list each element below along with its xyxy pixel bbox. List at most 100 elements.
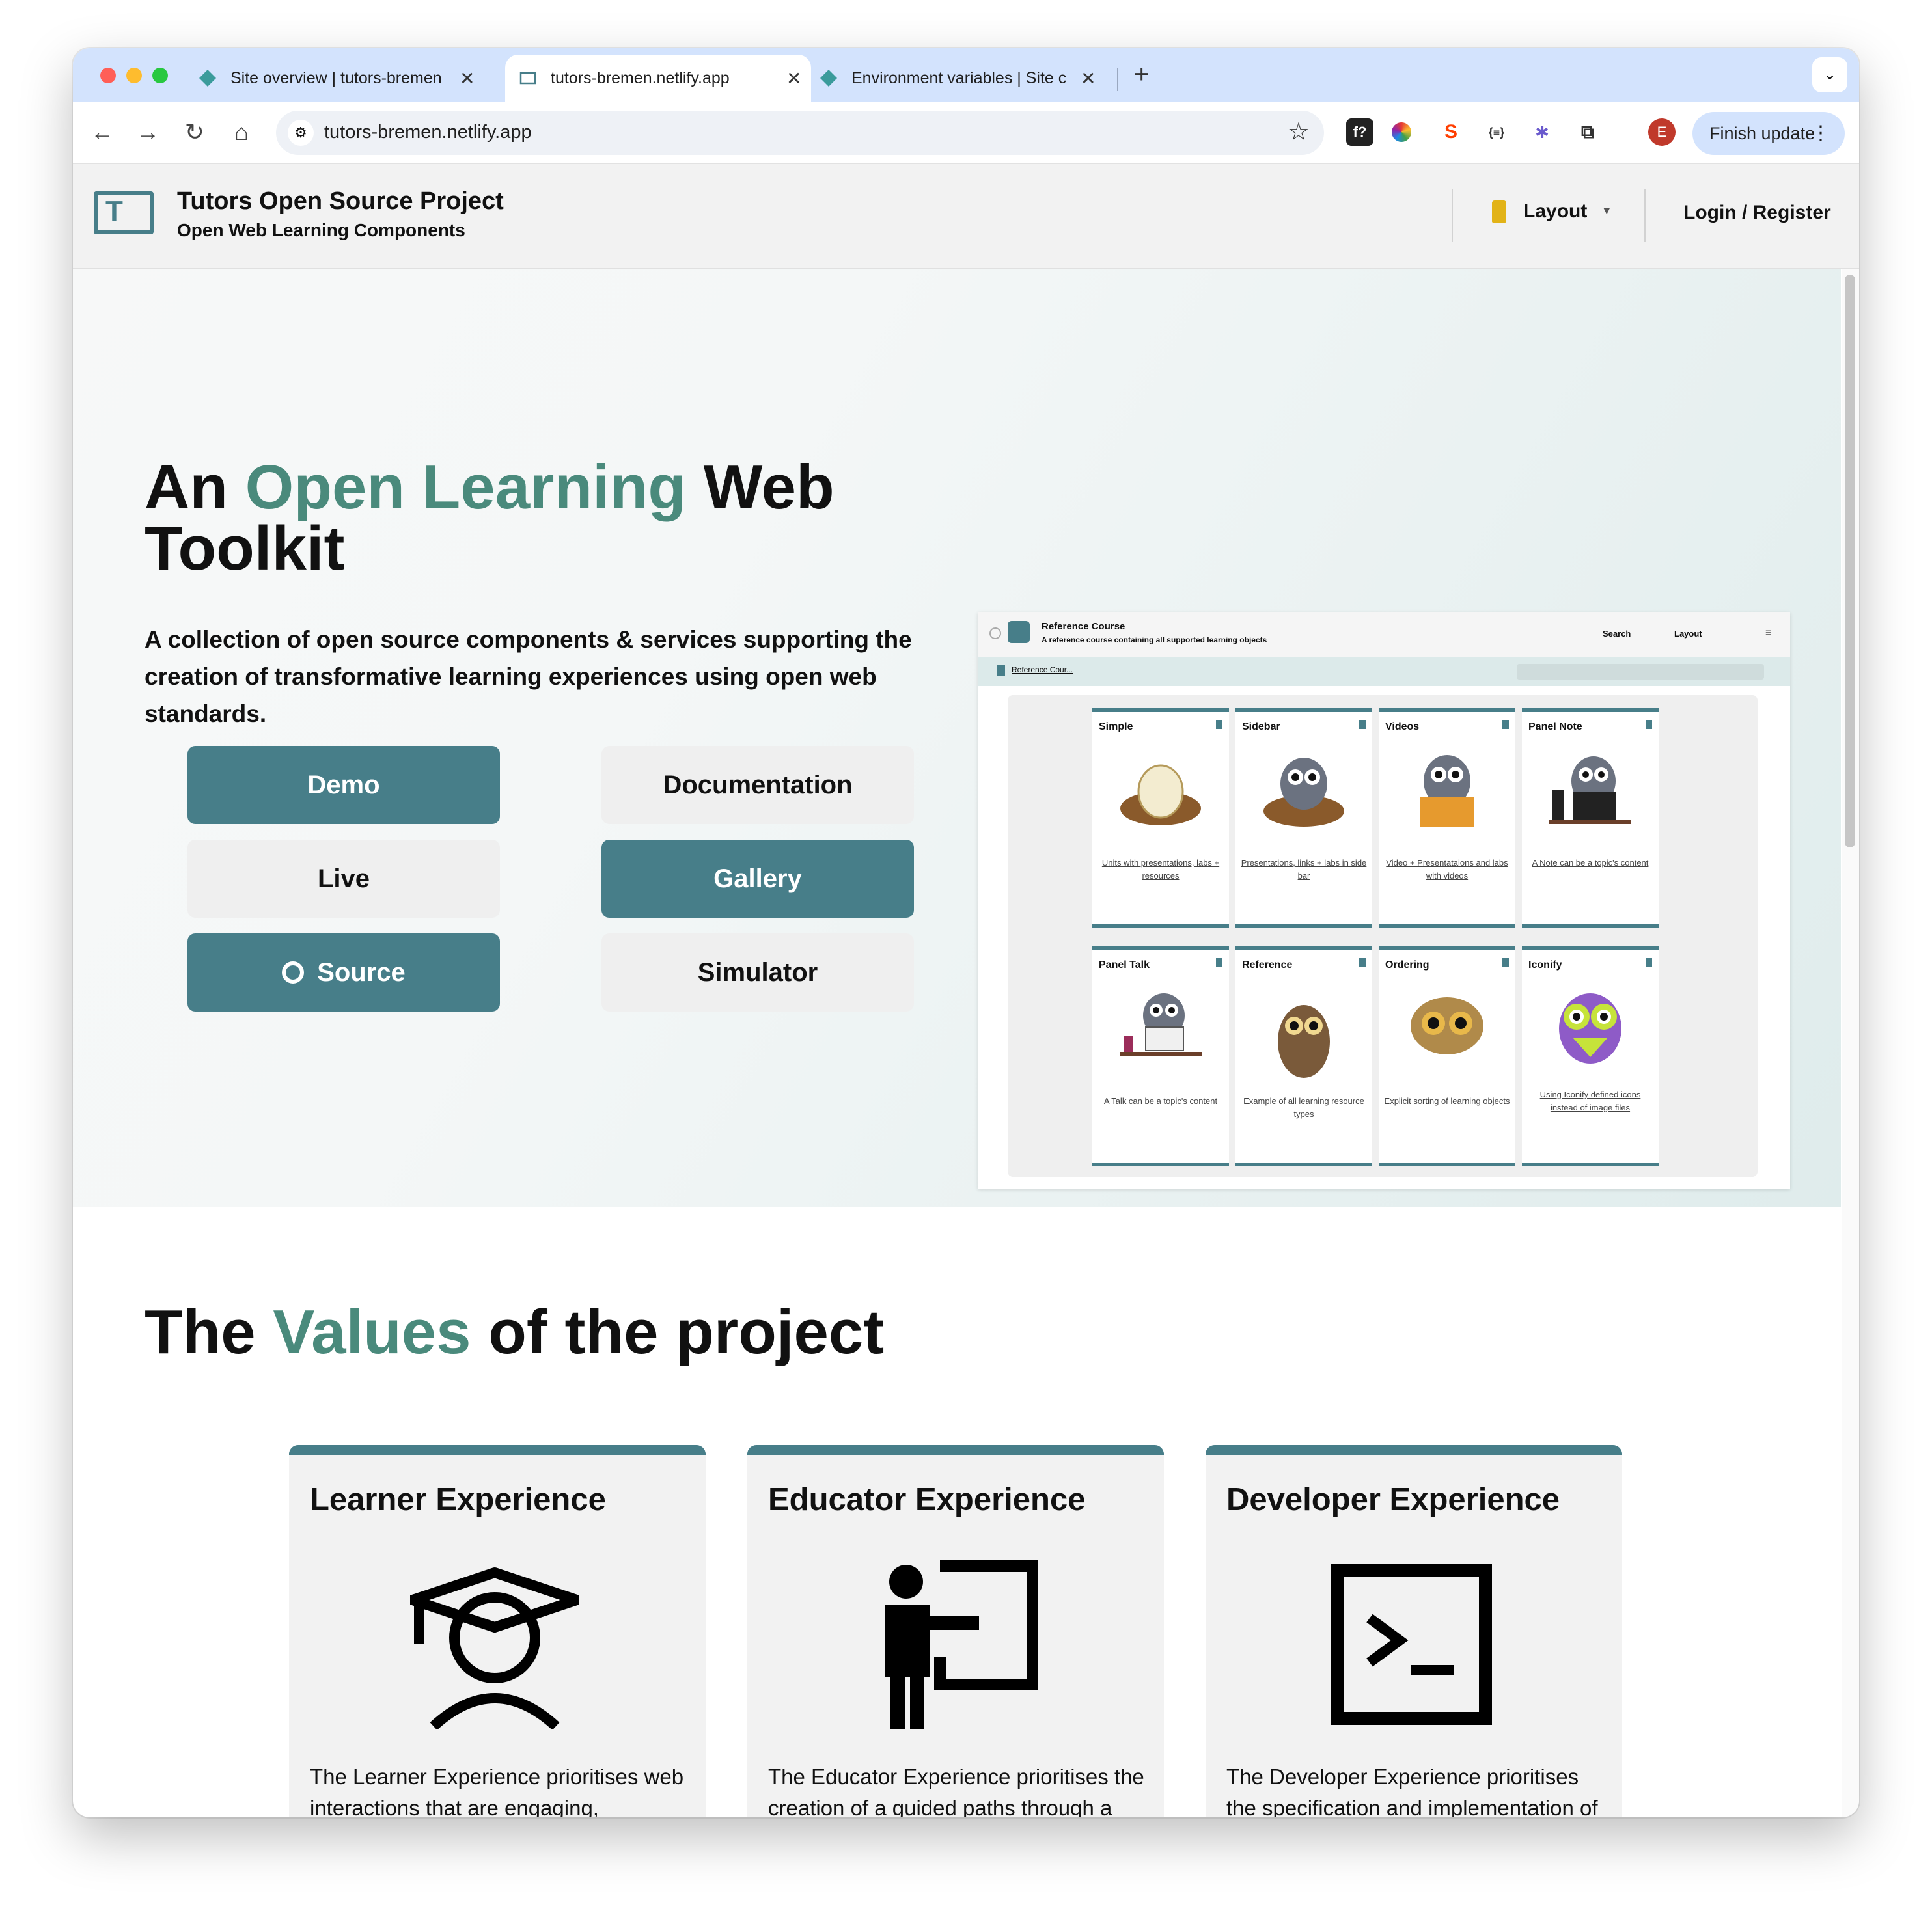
documentation-button[interactable]: Documentation bbox=[601, 746, 914, 824]
close-tab-icon[interactable]: ✕ bbox=[786, 68, 801, 89]
card-desc: Example of all learning resource types bbox=[1243, 1096, 1364, 1119]
tab-site-overview[interactable]: Site overview | tutors-bremen ✕ bbox=[198, 55, 475, 102]
values-title-accent: Values bbox=[273, 1297, 471, 1367]
value-card-body: The Developer Experience prioritises the… bbox=[1226, 1765, 1598, 1817]
live-button[interactable]: Live bbox=[187, 840, 500, 918]
value-card-title: Developer Experience bbox=[1226, 1482, 1560, 1517]
tab-label: Site overview | tutors-bremen bbox=[230, 68, 442, 87]
preview-course-title: Reference Course bbox=[1042, 621, 1125, 632]
tab-tutors-bremen[interactable]: tutors-bremen.netlify.app ✕ bbox=[505, 55, 811, 102]
preview-breadcrumb-bar: Reference Cour... bbox=[978, 657, 1790, 686]
demo-button[interactable]: Demo bbox=[187, 746, 500, 824]
bookmark-icon bbox=[1502, 720, 1509, 729]
divider bbox=[1644, 189, 1646, 242]
back-arrow-icon[interactable]: ← bbox=[86, 116, 118, 148]
close-tab-icon[interactable]: ✕ bbox=[1081, 68, 1096, 89]
hero-section: An Open Learning Web Toolkit A collectio… bbox=[73, 269, 1841, 1207]
value-card-developer: Developer Experience The Developer Exper… bbox=[1206, 1445, 1622, 1817]
zoom-window-button[interactable] bbox=[152, 68, 168, 83]
paintbrush-icon bbox=[1492, 200, 1506, 223]
extensions-puzzle-icon[interactable]: ⧉ bbox=[1574, 118, 1601, 146]
preview-layout: Layout bbox=[1674, 629, 1702, 639]
minimize-window-button[interactable] bbox=[126, 68, 142, 83]
site-settings-icon[interactable]: ⚙ bbox=[288, 120, 314, 146]
color-wheel-icon[interactable] bbox=[1392, 122, 1411, 142]
value-card-educator: Educator Experience The Educator Experie… bbox=[747, 1445, 1164, 1817]
card-desc: Explicit sorting of learning objects bbox=[1384, 1096, 1510, 1106]
card-desc: Video + Presentataions and labs with vid… bbox=[1386, 858, 1508, 881]
terminal-icon bbox=[1331, 1564, 1492, 1725]
simulator-button[interactable]: Simulator bbox=[601, 933, 914, 1012]
preview-card: Iconify Using Iconify defined icons inst… bbox=[1522, 946, 1659, 1166]
card-title: Simple bbox=[1099, 721, 1133, 732]
owl-nest-icon bbox=[1263, 758, 1344, 827]
card-title: Reference bbox=[1242, 959, 1293, 971]
gallery-button[interactable]: Gallery bbox=[601, 840, 914, 918]
preview-logo bbox=[1008, 621, 1030, 643]
close-tab-icon[interactable]: ✕ bbox=[460, 68, 475, 89]
finish-update-label: Finish update bbox=[1709, 124, 1815, 143]
url-text[interactable]: tutors-bremen.netlify.app bbox=[324, 122, 532, 143]
json-formatter-icon[interactable]: {≡} bbox=[1483, 118, 1510, 146]
bookmark-star-icon[interactable]: ☆ bbox=[1288, 117, 1310, 146]
home-icon[interactable]: ⌂ bbox=[225, 116, 258, 148]
preview-card: Videos Video + Presentataions and labs w… bbox=[1379, 708, 1515, 928]
source-label: Source bbox=[317, 958, 406, 987]
new-tab-button[interactable]: + bbox=[1134, 60, 1149, 89]
site-subtitle: Open Web Learning Components bbox=[177, 220, 465, 240]
svelte-icon[interactable]: S bbox=[1437, 118, 1465, 146]
brown-owl-icon bbox=[1278, 1005, 1330, 1078]
card-desc: Presentations, links + labs in side bar bbox=[1241, 858, 1367, 881]
card-desc: Units with presentations, labs + resourc… bbox=[1101, 858, 1220, 881]
tab-label: Environment variables | Site c bbox=[851, 68, 1066, 87]
preview-card-grid: Simple Units with presentations, labs + … bbox=[1008, 695, 1758, 1177]
source-button[interactable]: Source bbox=[187, 933, 500, 1012]
preview-menu-icon: ≡ bbox=[1765, 627, 1772, 639]
preview-toolbar-icons bbox=[1517, 664, 1764, 680]
bookmark-icon bbox=[1359, 958, 1366, 967]
egg-nest-icon bbox=[1120, 764, 1201, 825]
finish-update-button[interactable]: Finish update ⋮ bbox=[1692, 112, 1845, 155]
graduate-icon bbox=[410, 1567, 579, 1729]
tutors-favicon-icon bbox=[519, 72, 536, 85]
preview-card: Simple Units with presentations, labs + … bbox=[1092, 708, 1229, 928]
tab-search-chevron-icon[interactable]: ⌄ bbox=[1812, 57, 1847, 92]
hero-title-accent: Open Learning bbox=[245, 452, 687, 522]
card-desc: A Talk can be a topic's content bbox=[1103, 1096, 1218, 1106]
close-window-button[interactable] bbox=[100, 68, 116, 83]
login-register-link[interactable]: Login / Register bbox=[1683, 202, 1831, 224]
values-title: The Values of the project bbox=[145, 1297, 884, 1368]
tutors-logo[interactable]: T bbox=[94, 191, 154, 234]
netlify-icon bbox=[199, 70, 216, 87]
value-card-title: Educator Experience bbox=[768, 1482, 1086, 1517]
course-preview-image: Reference Course A reference course cont… bbox=[978, 612, 1790, 1189]
owl-face-icon bbox=[1411, 997, 1484, 1054]
address-bar[interactable]: ⚙ tutors-bremen.netlify.app ☆ bbox=[276, 111, 1324, 155]
values-title-pre: The bbox=[145, 1297, 273, 1367]
logo-letter: T bbox=[105, 195, 123, 227]
tab-label: tutors-bremen.netlify.app bbox=[551, 68, 730, 87]
divider bbox=[1452, 189, 1453, 242]
card-title: Panel Note bbox=[1528, 721, 1582, 732]
preview-search: Search bbox=[1603, 629, 1631, 639]
layout-menu-button[interactable]: Layout ▼ bbox=[1492, 200, 1612, 223]
owl-desk-icon bbox=[1120, 993, 1202, 1056]
browser-toolbar: ← → ↻ ⌂ ⚙ tutors-bremen.netlify.app ☆ f?… bbox=[73, 102, 1859, 164]
hero-title-pre: An bbox=[145, 452, 245, 522]
hero-title: An Open Learning Web Toolkit bbox=[145, 456, 926, 580]
card-title: Ordering bbox=[1385, 959, 1429, 971]
reload-icon[interactable]: ↻ bbox=[178, 116, 211, 148]
bookmark-icon bbox=[1502, 958, 1509, 967]
more-vert-icon[interactable]: ⋮ bbox=[1811, 112, 1830, 155]
card-title: Panel Talk bbox=[1099, 959, 1150, 971]
extension-font-icon[interactable]: f? bbox=[1346, 118, 1373, 146]
value-card-body: The Educator Experience prioritises the … bbox=[768, 1765, 1144, 1817]
profile-avatar[interactable]: E bbox=[1648, 118, 1676, 146]
page-scrollbar-thumb[interactable] bbox=[1845, 275, 1855, 847]
preview-header: Reference Course A reference course cont… bbox=[978, 612, 1790, 657]
bee-icon[interactable]: ✱ bbox=[1528, 118, 1556, 146]
netlify-icon bbox=[820, 70, 837, 87]
forward-arrow-icon[interactable]: → bbox=[131, 116, 164, 148]
tab-environment-variables[interactable]: Environment variables | Site c ✕ bbox=[819, 55, 1096, 102]
owl-book-icon bbox=[1420, 755, 1474, 827]
